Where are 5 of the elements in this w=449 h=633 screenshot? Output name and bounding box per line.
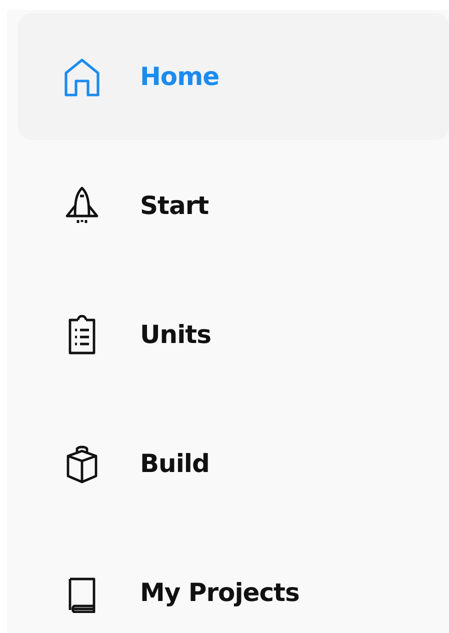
sidebar-item[interactable]: Start [18,142,449,269]
sidebar-item[interactable]: My Projects [18,529,449,633]
sidebar-item[interactable]: Units [18,271,449,398]
sidebar-item[interactable]: Build [18,400,449,527]
home-icon [62,56,102,96]
